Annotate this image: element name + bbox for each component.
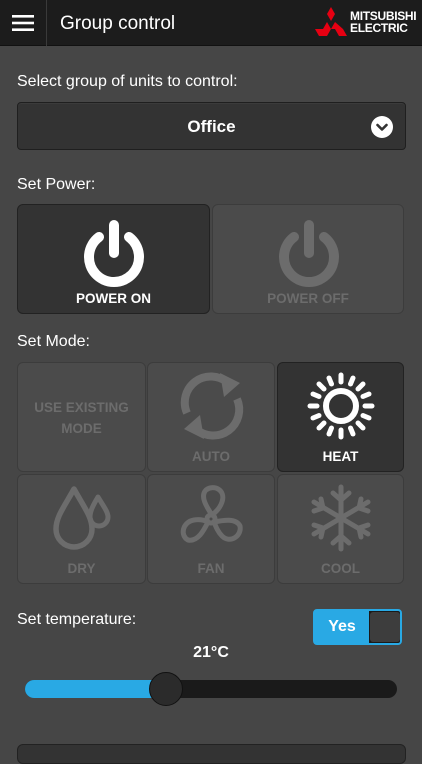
bottom-panel bbox=[17, 744, 406, 764]
group-select-label: Select group of units to control: bbox=[17, 73, 238, 90]
power-icon bbox=[84, 220, 144, 287]
power-icon bbox=[279, 220, 339, 287]
toggle-knob bbox=[370, 612, 400, 642]
temperature-slider-thumb[interactable] bbox=[149, 672, 184, 706]
temperature-slider-track[interactable] bbox=[25, 680, 397, 698]
chevron-down-icon bbox=[371, 116, 393, 138]
mode-dry-button[interactable]: DRY bbox=[17, 474, 146, 584]
group-select[interactable]: Office bbox=[17, 102, 406, 150]
brand-line-2: ELECTRIC bbox=[350, 21, 408, 35]
mode-auto-label: AUTO bbox=[191, 449, 230, 464]
sun-icon bbox=[307, 372, 375, 440]
power-off-button[interactable]: POWER OFF bbox=[212, 204, 404, 314]
mode-use-existing-label: USE EXISTING MODE bbox=[18, 397, 145, 439]
mode-use-existing-line-1: USE EXISTING bbox=[34, 400, 129, 415]
brand-name: MITSUBISHI ELECTRIC bbox=[350, 10, 417, 35]
hamburger-menu-icon bbox=[12, 15, 34, 31]
temperature-label: Set temperature: bbox=[17, 611, 137, 628]
mitsubishi-diamonds-logo bbox=[315, 7, 347, 36]
mode-fan-label: FAN bbox=[197, 561, 225, 576]
power-off-label: POWER OFF bbox=[267, 291, 349, 306]
mode-heat-button[interactable]: HEAT bbox=[277, 362, 404, 472]
mode-fan-button[interactable]: FAN bbox=[147, 474, 275, 584]
power-on-label: POWER ON bbox=[75, 291, 151, 306]
auto-cycle-icon bbox=[180, 372, 244, 440]
set-temperature-toggle[interactable]: Yes bbox=[313, 609, 402, 645]
page-title: Group control bbox=[60, 13, 176, 34]
mode-heat-label: HEAT bbox=[322, 449, 359, 464]
mode-label: Set Mode: bbox=[17, 333, 90, 350]
mode-auto-button[interactable]: AUTO bbox=[147, 362, 275, 472]
toggle-on-label: Yes bbox=[315, 611, 369, 643]
app-header: Group control MITSUBISHI ELECTRIC bbox=[0, 0, 422, 46]
temperature-slider-fill bbox=[25, 680, 167, 698]
temperature-value: 21°C bbox=[193, 644, 229, 661]
group-select-value: Office bbox=[187, 117, 236, 136]
brand-logo: MITSUBISHI ELECTRIC bbox=[314, 7, 417, 39]
mode-cool-button[interactable]: COOL bbox=[277, 474, 404, 584]
menu-button[interactable] bbox=[0, 0, 47, 46]
mode-dry-label: DRY bbox=[67, 561, 96, 576]
power-label: Set Power: bbox=[17, 176, 96, 193]
droplets-icon bbox=[53, 486, 111, 550]
mode-cool-label: COOL bbox=[321, 561, 360, 576]
snowflake-icon bbox=[311, 484, 371, 552]
power-on-button[interactable]: POWER ON bbox=[17, 204, 210, 314]
mode-use-existing-line-2: MODE bbox=[61, 421, 102, 436]
fan-icon bbox=[180, 485, 243, 543]
mode-use-existing-button[interactable]: USE EXISTING MODE bbox=[17, 362, 146, 472]
